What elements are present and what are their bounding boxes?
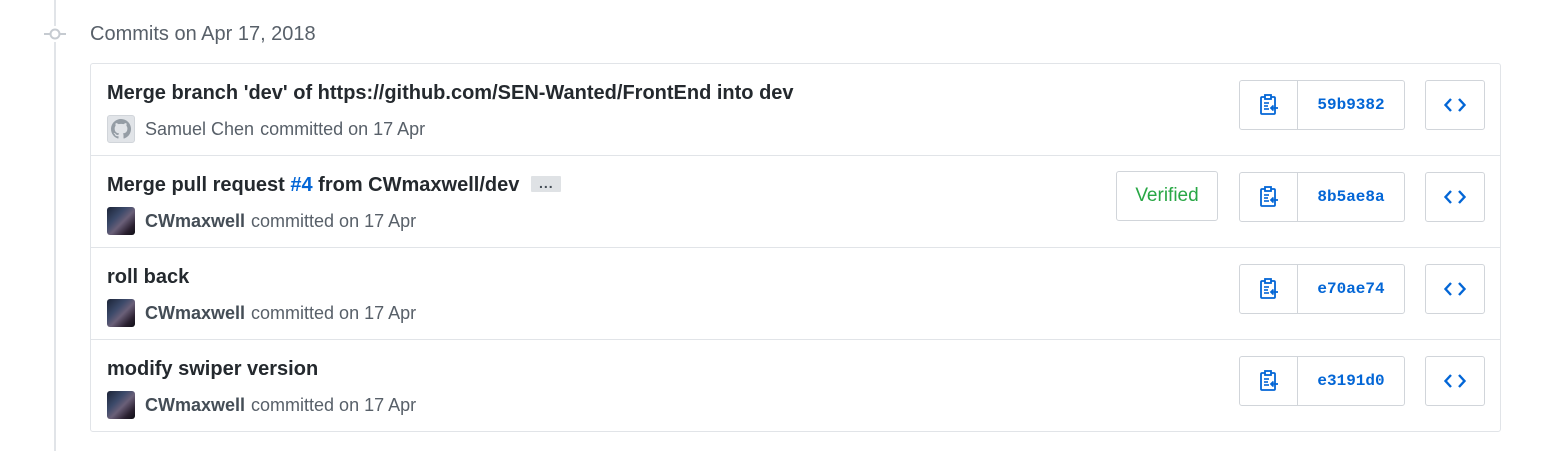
avatar[interactable] [107,207,135,235]
clippy-icon [1259,370,1278,391]
copy-sha-button[interactable] [1240,357,1298,405]
commit-node-icon [44,26,66,42]
browse-repo-button[interactable] [1425,80,1485,130]
commit-title-link[interactable]: Merge branch 'dev' of https://github.com… [107,80,794,106]
browse-repo-button[interactable] [1425,172,1485,222]
commit-row: modify swiper version CWmaxwell committe… [91,340,1500,431]
browse-repo-button[interactable] [1425,356,1485,406]
commit-title-link[interactable]: from CWmaxwell/dev [313,174,519,196]
commit-sha-link[interactable]: e3191d0 [1298,357,1404,405]
sha-button-group: e3191d0 [1239,356,1405,406]
committed-date: committed on 17 Apr [260,118,426,139]
committed-date: committed on 17 Apr [251,210,417,231]
clippy-icon [1259,186,1278,207]
author-name[interactable]: CWmaxwell [145,395,245,416]
committed-date: committed on 17 Apr [251,302,417,323]
code-icon [1444,374,1466,388]
author-name[interactable]: CWmaxwell [145,211,245,232]
sha-button-group: 8b5ae8a [1239,172,1405,222]
copy-sha-button[interactable] [1240,265,1298,313]
commit-list: Merge branch 'dev' of https://github.com… [90,63,1501,432]
author-name: Samuel Chen [145,118,255,139]
code-icon [1444,282,1466,296]
commit-row: Merge pull request #4 from CWmaxwell/dev… [91,156,1500,248]
sha-button-group: e70ae74 [1239,264,1405,314]
commit-title-link[interactable]: roll back [107,264,189,290]
commit-title: Merge pull request #4 from CWmaxwell/dev… [107,172,562,198]
commit-row: roll back CWmaxwell committed on 17 Apr … [91,248,1500,340]
commit-meta: CWmaxwell committed on 17 Apr [107,390,416,420]
commit-sha-link[interactable]: 8b5ae8a [1298,173,1404,221]
commit-row: Merge branch 'dev' of https://github.com… [91,64,1500,156]
verified-badge[interactable]: Verified [1116,171,1218,221]
commit-group-date: Commits on Apr 17, 2018 [90,23,316,45]
expand-message-button[interactable]: ... [531,175,562,192]
timeline-line [54,0,56,451]
clippy-icon [1259,94,1278,115]
committed-date: committed on 17 Apr [251,394,417,415]
sha-button-group: 59b9382 [1239,80,1405,130]
avatar[interactable] [107,391,135,419]
commit-meta: CWmaxwell committed on 17 Apr [107,206,416,236]
author-name[interactable]: CWmaxwell [145,303,245,324]
commit-title-link[interactable]: Merge pull request [107,174,290,196]
commit-title-link[interactable]: modify swiper version [107,356,318,382]
code-icon [1444,190,1466,204]
copy-sha-button[interactable] [1240,81,1298,129]
commit-meta: CWmaxwell committed on 17 Apr [107,298,416,328]
pull-request-link[interactable]: #4 [290,174,312,196]
commit-sha-link[interactable]: e70ae74 [1298,265,1404,313]
commit-meta: Samuel Chen committed on 17 Apr [107,114,425,144]
avatar[interactable] [107,299,135,327]
copy-sha-button[interactable] [1240,173,1298,221]
github-octocat-icon[interactable] [107,115,135,143]
clippy-icon [1259,278,1278,299]
code-icon [1444,98,1466,112]
browse-repo-button[interactable] [1425,264,1485,314]
commit-sha-link[interactable]: 59b9382 [1298,81,1404,129]
